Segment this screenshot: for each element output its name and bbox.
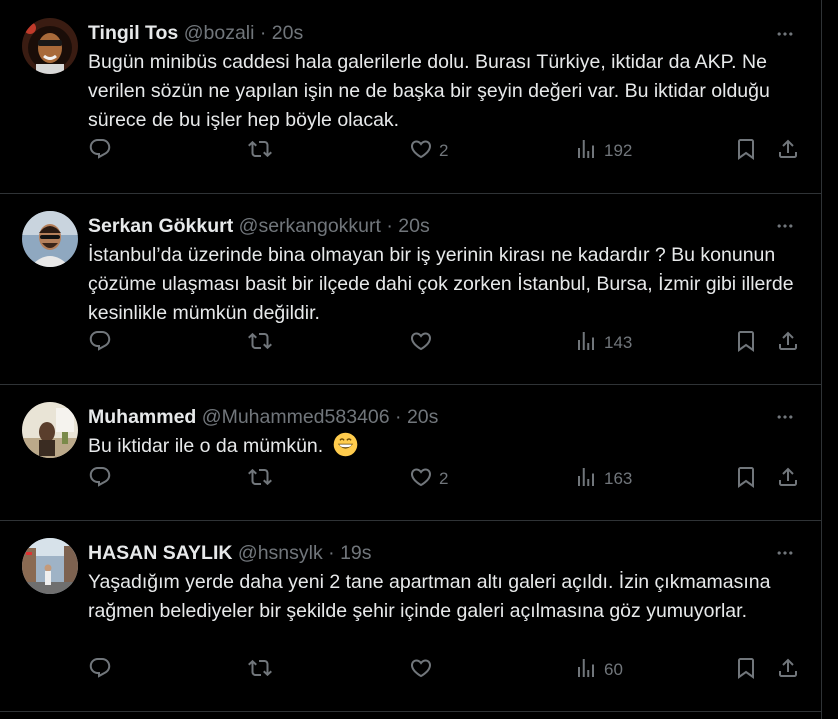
like-count: 2: [439, 469, 449, 488]
views-button[interactable]: 192: [574, 136, 632, 166]
tweet-text: Bu iktidar ile o da mümkün.: [88, 435, 324, 457]
tweet[interactable]: Serkan Gökkurt @serkangokkurt · 20s İsta…: [0, 194, 821, 385]
share-icon: [776, 329, 800, 358]
bookmark-icon: [734, 137, 758, 166]
bookmark-icon: [734, 656, 758, 685]
timestamp[interactable]: 20s: [272, 22, 303, 44]
reply-button[interactable]: [88, 328, 112, 358]
retweet-icon: [248, 329, 272, 358]
reply-icon: [88, 465, 112, 494]
reply-icon: [88, 329, 112, 358]
views-button[interactable]: 60: [574, 655, 623, 685]
tweet-header: Serkan Gökkurt @serkangokkurt · 20s: [88, 211, 430, 241]
tweet-text: Bugün minibüs caddesi hala galerilerle d…: [88, 51, 770, 131]
share-button[interactable]: [776, 328, 800, 358]
views-chart-icon: [574, 137, 598, 166]
reply-icon: [88, 137, 112, 166]
share-icon: [776, 465, 800, 494]
tweet-header: HASAN SAYLIK @hsnsylk · 19s: [88, 538, 372, 568]
tweet-actions: 143: [88, 328, 797, 358]
tweet-text-container: Bu iktidar ile o da mümkün.: [88, 432, 800, 461]
timestamp[interactable]: 20s: [407, 406, 438, 428]
like-button[interactable]: 2: [409, 136, 448, 166]
retweet-button[interactable]: [248, 464, 272, 494]
separator-dot: ·: [259, 22, 267, 44]
tweet-actions: 2 192: [88, 136, 797, 166]
share-icon: [776, 137, 800, 166]
retweet-button[interactable]: [248, 136, 272, 166]
views-button[interactable]: 163: [574, 464, 632, 494]
views-button[interactable]: 143: [574, 328, 632, 358]
reply-button[interactable]: [88, 464, 112, 494]
like-button[interactable]: [409, 328, 439, 358]
heart-icon: [409, 656, 433, 685]
share-icon: [776, 656, 800, 685]
avatar[interactable]: [22, 402, 78, 458]
view-count: 143: [604, 333, 633, 352]
handle[interactable]: @Muhammed583406: [202, 406, 390, 428]
like-button[interactable]: 2: [409, 464, 448, 494]
separator-dot: ·: [328, 542, 335, 564]
views-chart-icon: [574, 656, 598, 685]
timeline-feed: Tingil Tos @bozali · 20s Bugün minibüs c…: [0, 0, 822, 719]
tweet[interactable]: Muhammed @Muhammed583406 · 20s Bu iktida…: [0, 385, 821, 521]
more-dots-icon[interactable]: [773, 24, 797, 44]
heart-icon: [409, 329, 433, 358]
bookmark-icon: [734, 329, 758, 358]
separator-dot: ·: [386, 215, 393, 237]
retweet-icon: [248, 656, 272, 685]
handle[interactable]: @serkangokkurt: [239, 215, 381, 237]
tweet-header: Tingil Tos @bozali · 20s: [88, 18, 303, 48]
separator-dot: ·: [395, 406, 402, 428]
retweet-icon: [248, 137, 272, 166]
tweet-text: Yaşadığım yerde daha yeni 2 tane apartma…: [88, 571, 771, 622]
bookmark-icon: [734, 465, 758, 494]
avatar[interactable]: [22, 538, 78, 594]
reply-button[interactable]: [88, 136, 112, 166]
more-dots-icon[interactable]: [773, 216, 797, 236]
bookmark-button[interactable]: [734, 655, 758, 685]
avatar[interactable]: [22, 18, 78, 74]
timestamp[interactable]: 20s: [398, 215, 429, 237]
handle[interactable]: @bozali: [184, 22, 255, 44]
reply-icon: [88, 656, 112, 685]
share-button[interactable]: [776, 464, 800, 494]
bookmark-button[interactable]: [734, 464, 758, 494]
timestamp[interactable]: 19s: [340, 542, 371, 564]
avatar[interactable]: [22, 211, 78, 267]
grinning-face-emoji: [333, 432, 358, 457]
share-button[interactable]: [776, 655, 800, 685]
tweet[interactable]: HASAN SAYLIK @hsnsylk · 19s Yaşadığım ye…: [0, 521, 821, 712]
heart-icon: [409, 465, 433, 494]
heart-icon: [409, 137, 433, 166]
tweet-actions: 2 163: [88, 464, 797, 494]
bookmark-button[interactable]: [734, 328, 758, 358]
share-button[interactable]: [776, 136, 800, 166]
retweet-icon: [248, 465, 272, 494]
views-chart-icon: [574, 465, 598, 494]
display-name[interactable]: Muhammed: [88, 406, 196, 428]
tweet-header: Muhammed @Muhammed583406 · 20s: [88, 402, 438, 432]
display-name[interactable]: Tingil Tos: [88, 22, 178, 44]
bookmark-button[interactable]: [734, 136, 758, 166]
view-count: 60: [604, 660, 623, 679]
handle[interactable]: @hsnsylk: [238, 542, 323, 564]
reply-button[interactable]: [88, 655, 112, 685]
display-name[interactable]: Serkan Gökkurt: [88, 215, 233, 237]
retweet-button[interactable]: [248, 655, 272, 685]
display-name[interactable]: HASAN SAYLIK: [88, 542, 232, 564]
more-dots-icon[interactable]: [773, 543, 797, 563]
view-count: 163: [604, 469, 633, 488]
tweet-actions: 60: [88, 655, 797, 685]
tweet[interactable]: Tingil Tos @bozali · 20s Bugün minibüs c…: [0, 0, 821, 194]
view-count: 192: [604, 141, 633, 160]
more-dots-icon[interactable]: [773, 407, 797, 427]
like-count: 2: [439, 141, 449, 160]
like-button[interactable]: [409, 655, 439, 685]
tweet-text: İstanbul’da üzerinde bina olmayan bir iş…: [88, 244, 794, 324]
views-chart-icon: [574, 329, 598, 358]
retweet-button[interactable]: [248, 328, 272, 358]
